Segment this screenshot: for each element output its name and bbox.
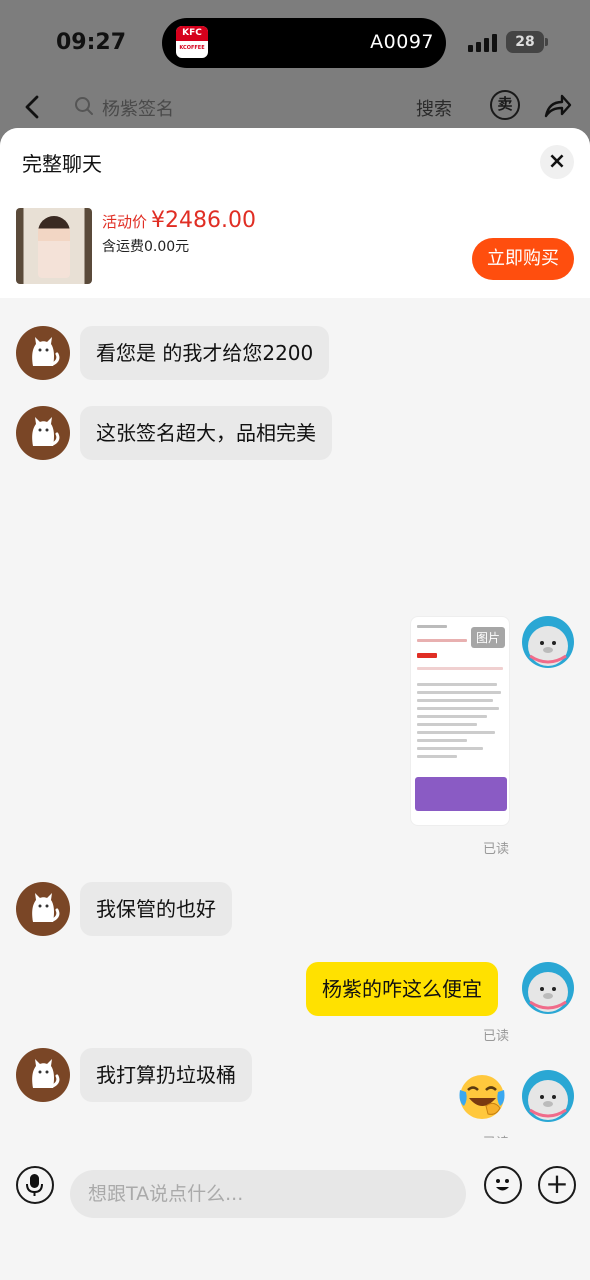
top-nav: 杨紫签名 搜索 卖 bbox=[0, 88, 590, 128]
dynamic-island[interactable]: KFC KCOFFEE A0097 bbox=[162, 18, 446, 68]
input-bar: 想跟TA说点什么... + bbox=[0, 1138, 590, 1280]
sell-icon[interactable]: 卖 bbox=[490, 90, 520, 120]
seller-avatar[interactable] bbox=[16, 326, 70, 380]
battery-icon: 28 bbox=[506, 31, 548, 53]
shipping-fee: 含运费0.00元 bbox=[102, 239, 190, 255]
product-price: ¥2486.00 bbox=[151, 208, 256, 233]
image-message[interactable]: 图片 bbox=[410, 616, 510, 826]
sheet-title: 完整聊天 bbox=[22, 152, 102, 176]
image-tag: 图片 bbox=[470, 627, 505, 648]
search-button[interactable]: 搜索 bbox=[416, 95, 452, 121]
message-bubble[interactable]: 看您是 的我才给您2200 bbox=[80, 326, 330, 380]
signal-icon bbox=[468, 34, 498, 52]
message-bubble[interactable]: 我保管的也好 bbox=[80, 882, 232, 936]
my-avatar[interactable] bbox=[522, 1070, 574, 1122]
price-row: 活动价 ¥2486.00 bbox=[102, 208, 256, 233]
kfc-app-icon: KFC KCOFFEE bbox=[176, 26, 208, 58]
clock: 09:27 bbox=[56, 30, 127, 55]
add-more-icon[interactable]: + bbox=[538, 1166, 576, 1204]
my-avatar[interactable] bbox=[522, 962, 574, 1014]
search-icon bbox=[75, 97, 93, 115]
order-number: A0097 bbox=[370, 31, 434, 53]
back-arrow-icon[interactable] bbox=[22, 94, 44, 120]
image-banner bbox=[415, 777, 507, 811]
message-list[interactable]: 看您是 的我才给您2200 这张签名超大，品相完美 图片 已读 我保管的也好 杨… bbox=[0, 298, 590, 1151]
price-label: 活动价 bbox=[102, 213, 148, 231]
kfc-logo-bottom: KCOFFEE bbox=[179, 45, 205, 51]
chat-sheet: 完整聊天 × 活动价 ¥2486.00 含运费0.00元 立即购买 看您是 的我… bbox=[0, 128, 590, 1280]
seller-avatar[interactable] bbox=[16, 882, 70, 936]
read-receipt: 已读 bbox=[483, 842, 510, 857]
message-input[interactable]: 想跟TA说点什么... bbox=[70, 1170, 466, 1218]
sheet-header: 完整聊天 × 活动价 ¥2486.00 含运费0.00元 立即购买 bbox=[0, 128, 590, 298]
seller-avatar[interactable] bbox=[16, 406, 70, 460]
my-avatar[interactable] bbox=[522, 616, 574, 668]
product-thumbnail[interactable] bbox=[16, 208, 92, 284]
close-button[interactable]: × bbox=[540, 145, 574, 179]
emoji-button-icon[interactable] bbox=[484, 1166, 522, 1204]
share-icon[interactable] bbox=[542, 92, 572, 120]
message-bubble-own[interactable]: 杨紫的咋这么便宜 bbox=[306, 962, 498, 1016]
microphone-icon[interactable] bbox=[16, 1166, 54, 1204]
kfc-logo-top: KFC bbox=[176, 26, 208, 41]
status-bar: 09:27 KFC KCOFFEE A0097 28 bbox=[0, 0, 590, 88]
read-receipt: 已读 bbox=[483, 1029, 510, 1044]
message-bubble[interactable]: 我打算扔垃圾桶 bbox=[80, 1048, 252, 1102]
search-input[interactable]: 杨紫签名 bbox=[102, 95, 174, 121]
buy-now-button[interactable]: 立即购买 bbox=[472, 238, 574, 280]
laugh-cry-emoji-icon[interactable] bbox=[456, 1070, 508, 1122]
message-bubble[interactable]: 这张签名超大，品相完美 bbox=[80, 406, 332, 460]
seller-avatar[interactable] bbox=[16, 1048, 70, 1102]
